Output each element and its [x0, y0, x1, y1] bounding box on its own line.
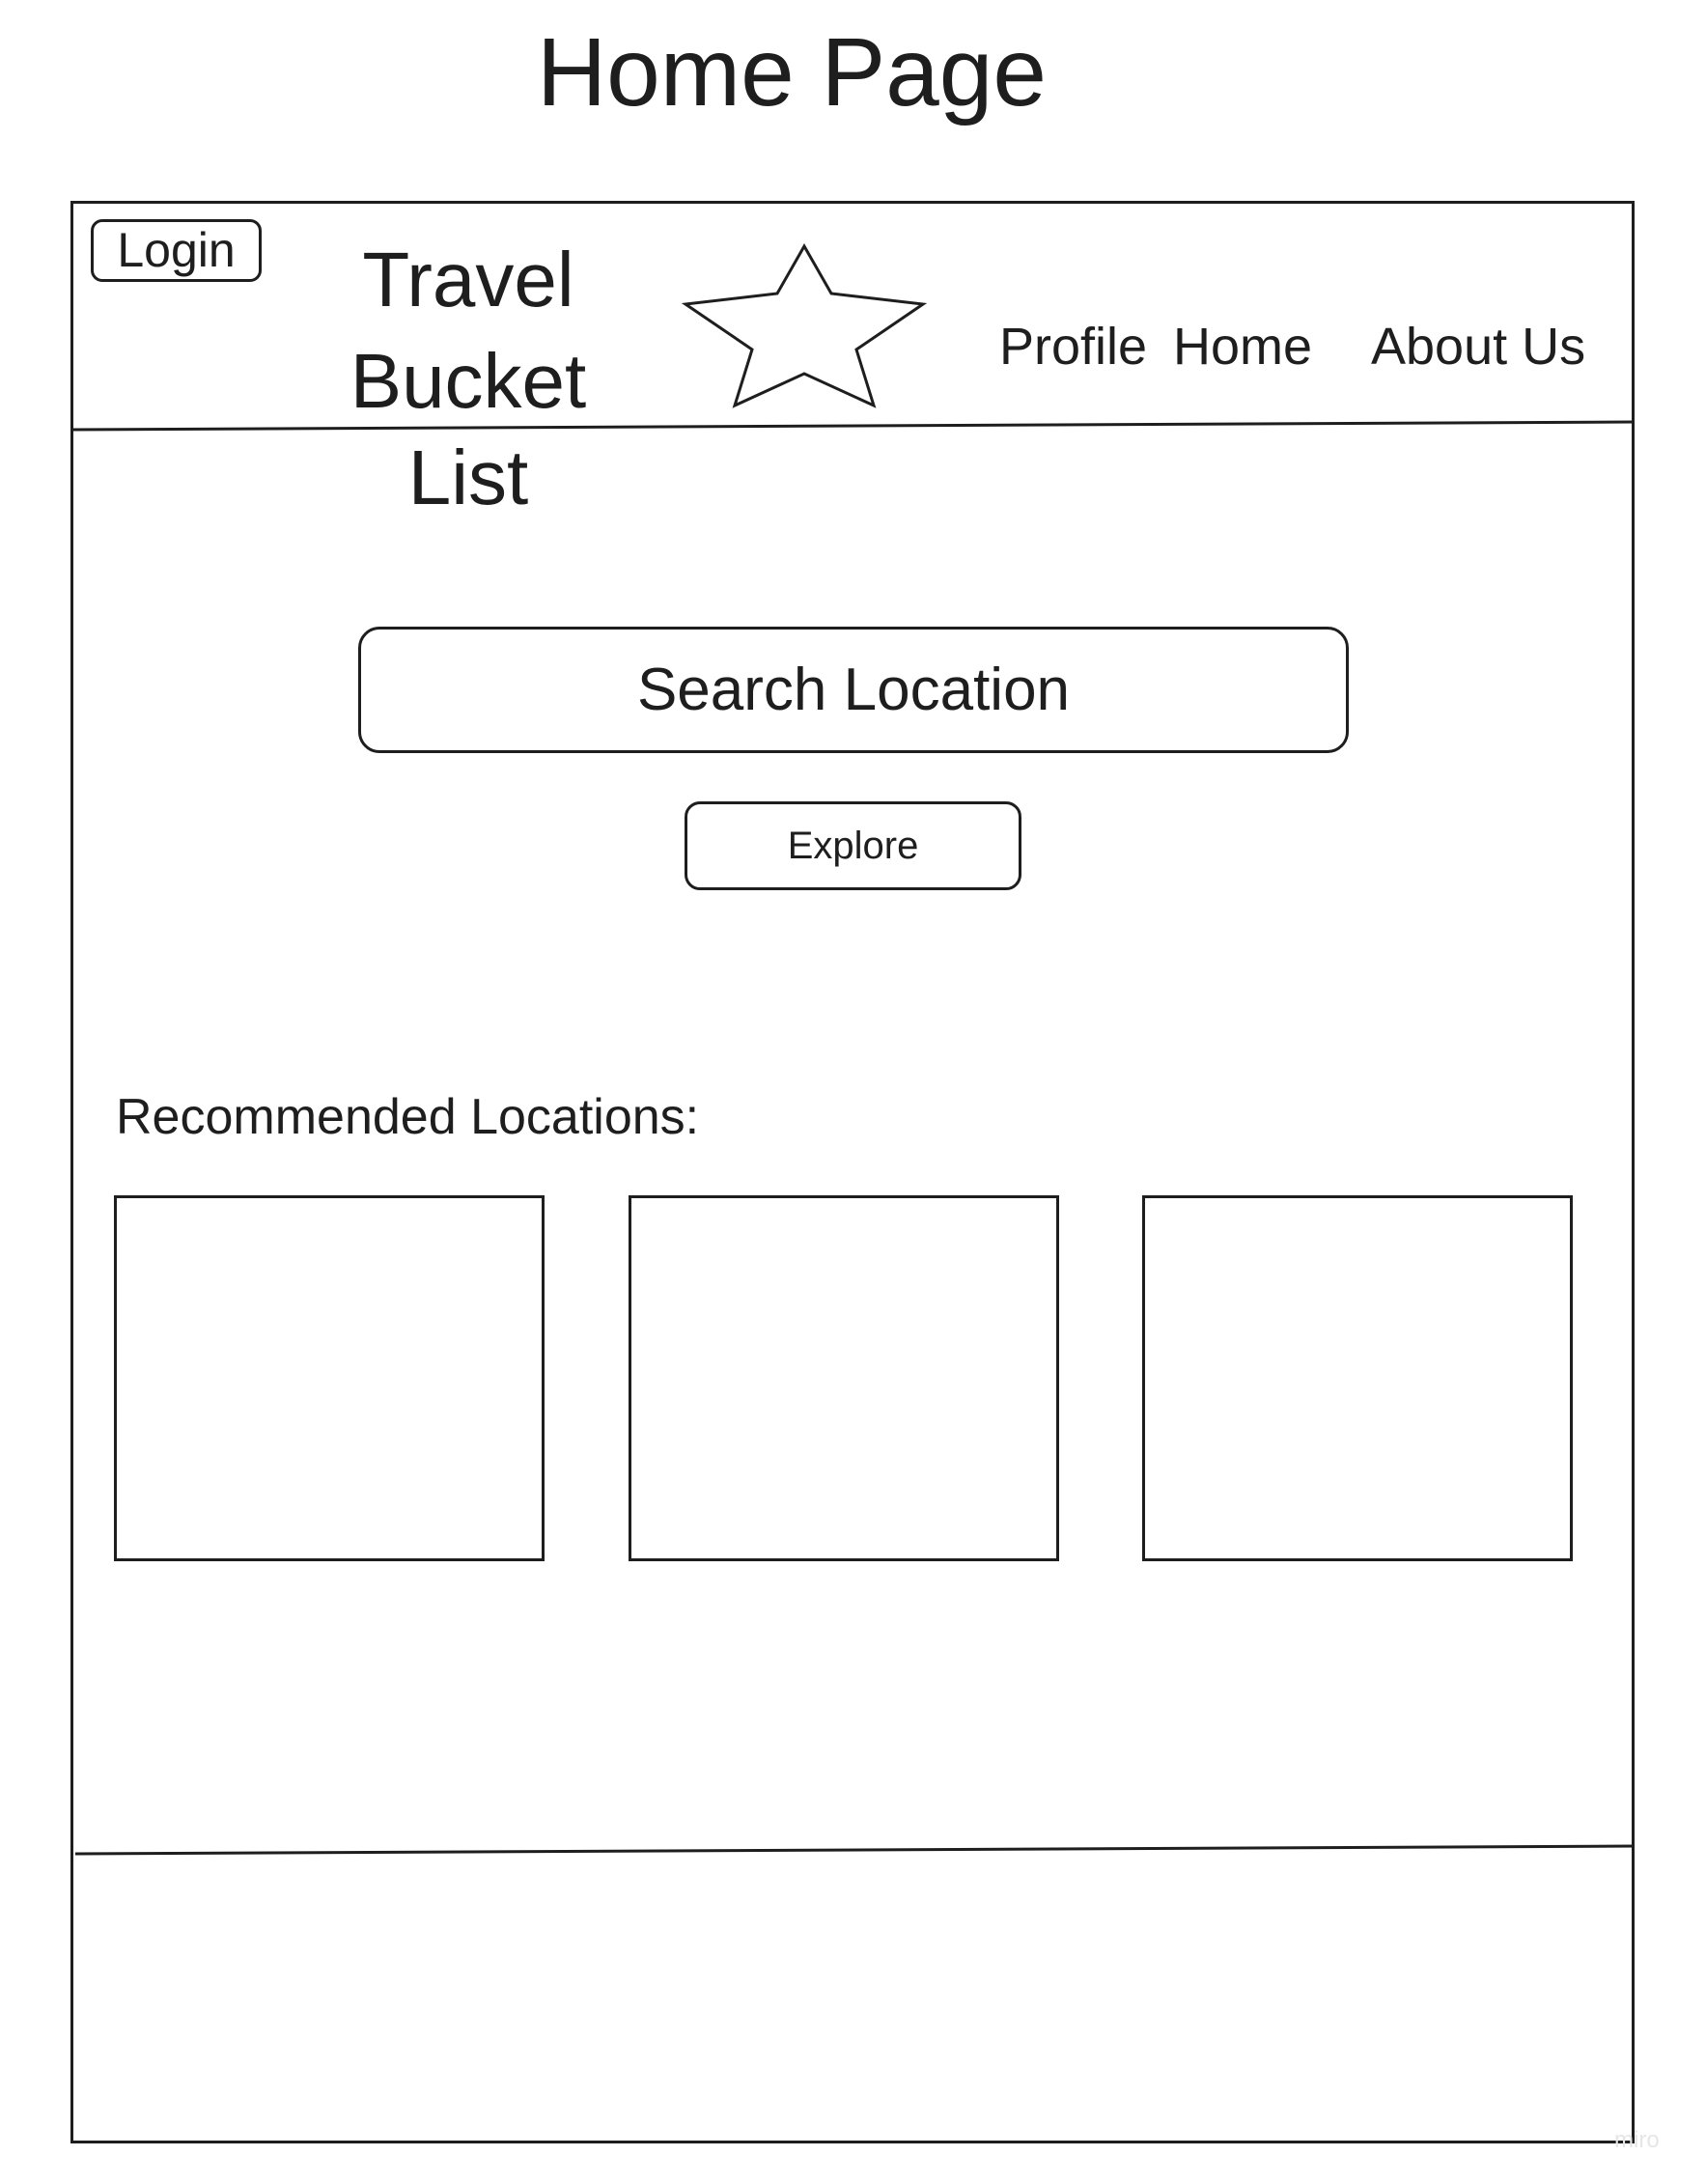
- brand-title-line1: Travel: [362, 237, 574, 322]
- miro-watermark: miro: [1614, 2127, 1660, 2153]
- search-location-input[interactable]: [358, 627, 1349, 753]
- recommended-location-card[interactable]: [1142, 1195, 1573, 1561]
- explore-button[interactable]: Explore: [685, 801, 1021, 890]
- nav-about-us[interactable]: About Us: [1371, 314, 1585, 379]
- recommended-locations-label: Recommended Locations:: [116, 1089, 700, 1145]
- page-title: Home Page: [536, 18, 1048, 126]
- recommended-location-card[interactable]: [114, 1195, 545, 1561]
- recommended-location-card[interactable]: [629, 1195, 1059, 1561]
- footer-divider: [75, 1844, 1635, 1856]
- star-icon: [681, 243, 928, 408]
- header-divider: [70, 420, 1635, 432]
- login-button[interactable]: Login: [91, 219, 262, 282]
- nav-profile[interactable]: Profile: [999, 314, 1147, 379]
- nav-home[interactable]: Home: [1173, 314, 1312, 379]
